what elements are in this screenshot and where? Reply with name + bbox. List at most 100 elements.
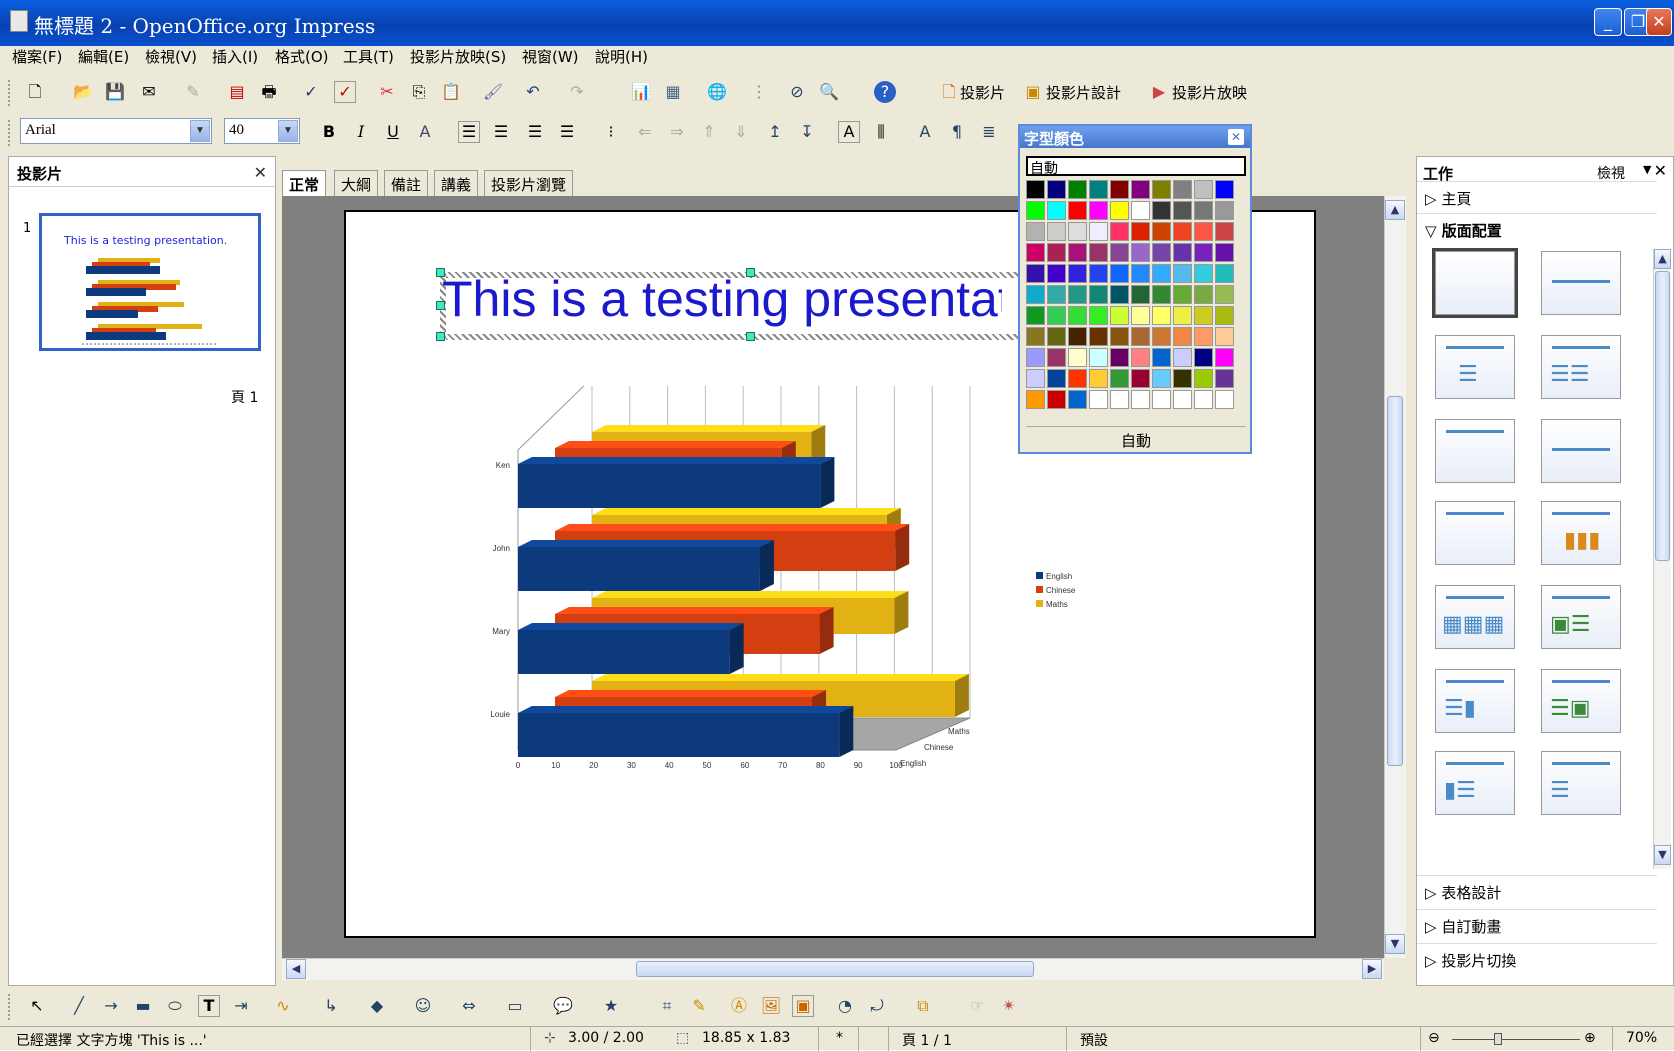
color-swatch[interactable]	[1152, 180, 1171, 199]
paste-icon[interactable]: 📋	[440, 81, 462, 103]
color-swatch[interactable]	[1068, 348, 1087, 367]
color-swatch[interactable]	[1110, 285, 1129, 304]
color-swatch[interactable]	[1047, 369, 1066, 388]
layout-title-text-clipart[interactable]: ☰▣	[1541, 669, 1621, 733]
edit-file-icon[interactable]: ✎	[182, 81, 204, 103]
color-swatch[interactable]	[1131, 222, 1150, 241]
color-swatch[interactable]	[1047, 285, 1066, 304]
scroll-down-icon[interactable]: ▼	[1385, 934, 1405, 954]
color-swatch[interactable]	[1026, 306, 1045, 325]
color-swatch[interactable]	[1026, 180, 1045, 199]
menu-format[interactable]: 格式(O)	[275, 46, 329, 67]
flowchart-icon[interactable]: ▭	[504, 995, 526, 1017]
color-swatch[interactable]	[1026, 243, 1045, 262]
navigator-globe-icon[interactable]: 🌐	[706, 81, 728, 103]
toolbar-grip[interactable]	[8, 120, 12, 146]
color-swatch[interactable]	[1194, 285, 1213, 304]
color-swatch[interactable]	[1026, 201, 1045, 220]
align-left-icon[interactable]: ☰	[458, 121, 480, 143]
horizontal-scrollbar[interactable]: ◀ ▶	[282, 958, 1384, 980]
shadow-icon[interactable]: A	[414, 121, 436, 143]
color-swatch[interactable]	[1026, 369, 1045, 388]
vertical-scrollbar[interactable]: ▲ ▼	[1384, 196, 1406, 958]
color-swatch[interactable]	[1047, 306, 1066, 325]
slide-title[interactable]: This is a testing presentation.	[442, 270, 1002, 334]
menu-file[interactable]: 檔案(F)	[12, 46, 62, 67]
color-swatch[interactable]	[1194, 243, 1213, 262]
color-swatch[interactable]	[1131, 306, 1150, 325]
minimize-button[interactable]: _	[1594, 8, 1622, 36]
color-swatch[interactable]	[1110, 348, 1129, 367]
color-swatch[interactable]	[1152, 348, 1171, 367]
grid-icon[interactable]: ⋮	[748, 81, 770, 103]
slideshow-icon[interactable]: ▶	[1148, 81, 1170, 103]
section-master-pages[interactable]: ▷ 主頁	[1417, 181, 1657, 213]
color-swatch[interactable]	[1215, 327, 1234, 346]
fit-text-icon[interactable]: ⇥	[230, 995, 252, 1017]
color-swatch[interactable]	[1173, 348, 1192, 367]
glue-points-icon[interactable]: ✎	[688, 995, 710, 1017]
layout-title-object[interactable]	[1435, 501, 1515, 565]
callouts-icon[interactable]: 💬	[552, 995, 574, 1017]
color-swatch[interactable]	[1194, 222, 1213, 241]
table-icon[interactable]: ▦	[662, 81, 684, 103]
palette-automatic-bottom[interactable]: 自動	[1026, 426, 1246, 450]
zoom-icon[interactable]: 🔍	[818, 81, 840, 103]
color-swatch[interactable]	[1026, 390, 1045, 409]
color-swatch[interactable]	[1152, 369, 1171, 388]
color-swatch[interactable]	[1173, 243, 1192, 262]
color-swatch[interactable]	[1089, 243, 1108, 262]
color-swatch[interactable]	[1215, 390, 1234, 409]
color-swatch[interactable]	[1026, 285, 1045, 304]
color-swatch[interactable]	[1152, 243, 1171, 262]
text-horizontal-icon[interactable]: A	[838, 121, 860, 143]
scroll-left-icon[interactable]: ◀	[286, 959, 306, 979]
color-swatch[interactable]	[1131, 390, 1150, 409]
color-swatch[interactable]	[1152, 327, 1171, 346]
close-icon[interactable]: ✕	[254, 163, 267, 182]
color-swatch[interactable]	[1152, 264, 1171, 283]
color-swatch[interactable]	[1152, 285, 1171, 304]
points-icon[interactable]: ⌗	[656, 995, 678, 1017]
close-icon[interactable]: ✕	[1654, 161, 1667, 180]
color-swatch[interactable]	[1047, 390, 1066, 409]
layouts-scrollbar[interactable]: ▲ ▼	[1653, 249, 1671, 869]
menu-insert[interactable]: 插入(I)	[212, 46, 258, 67]
line-icon[interactable]: ╱	[68, 995, 90, 1017]
layout-title-text-object[interactable]: ☰	[1541, 751, 1621, 815]
color-swatch[interactable]	[1215, 201, 1234, 220]
color-swatch[interactable]	[1110, 369, 1129, 388]
color-swatch[interactable]	[1173, 327, 1192, 346]
color-swatch[interactable]	[1047, 201, 1066, 220]
layout-title-only[interactable]	[1541, 251, 1621, 315]
3d-effects-icon[interactable]: ◔	[834, 995, 856, 1017]
color-swatch[interactable]	[1068, 327, 1087, 346]
section-slide-transition[interactable]: ▷ 投影片切換	[1417, 943, 1657, 975]
color-swatch[interactable]	[1131, 180, 1150, 199]
slide-icon[interactable]: 🗋	[938, 81, 960, 103]
color-swatch[interactable]	[1152, 201, 1171, 220]
color-swatch[interactable]	[1152, 390, 1171, 409]
bold-icon[interactable]: B	[318, 121, 340, 143]
color-swatch[interactable]	[1215, 369, 1234, 388]
color-swatch[interactable]	[1173, 285, 1192, 304]
layout-title-text-chart[interactable]: ☰▮	[1435, 669, 1515, 733]
color-swatch[interactable]	[1131, 327, 1150, 346]
color-swatch[interactable]	[1131, 369, 1150, 388]
font-size-combo[interactable]: 40 ▼	[224, 118, 300, 144]
color-swatch[interactable]	[1215, 222, 1234, 241]
tab-slide-sorter[interactable]: 投影片瀏覽	[484, 170, 574, 196]
slideshow-button-label[interactable]: 投影片放映	[1172, 82, 1247, 103]
tab-notes[interactable]: 備註	[384, 170, 429, 196]
color-swatch[interactable]	[1131, 264, 1150, 283]
slide-button-label[interactable]: 投影片	[960, 82, 1005, 103]
font-name-combo[interactable]: Arial ▼	[20, 118, 212, 144]
toolbar-grip[interactable]	[8, 80, 12, 106]
layout-title-chart-text[interactable]: ▮☰	[1435, 751, 1515, 815]
color-swatch[interactable]	[1110, 327, 1129, 346]
color-swatch[interactable]	[1152, 306, 1171, 325]
help-icon[interactable]: ?	[874, 81, 896, 103]
section-layouts[interactable]: ▽ 版面配置	[1417, 213, 1657, 245]
menu-help[interactable]: 說明(H)	[595, 46, 648, 67]
layout-centered-text[interactable]	[1541, 419, 1621, 483]
